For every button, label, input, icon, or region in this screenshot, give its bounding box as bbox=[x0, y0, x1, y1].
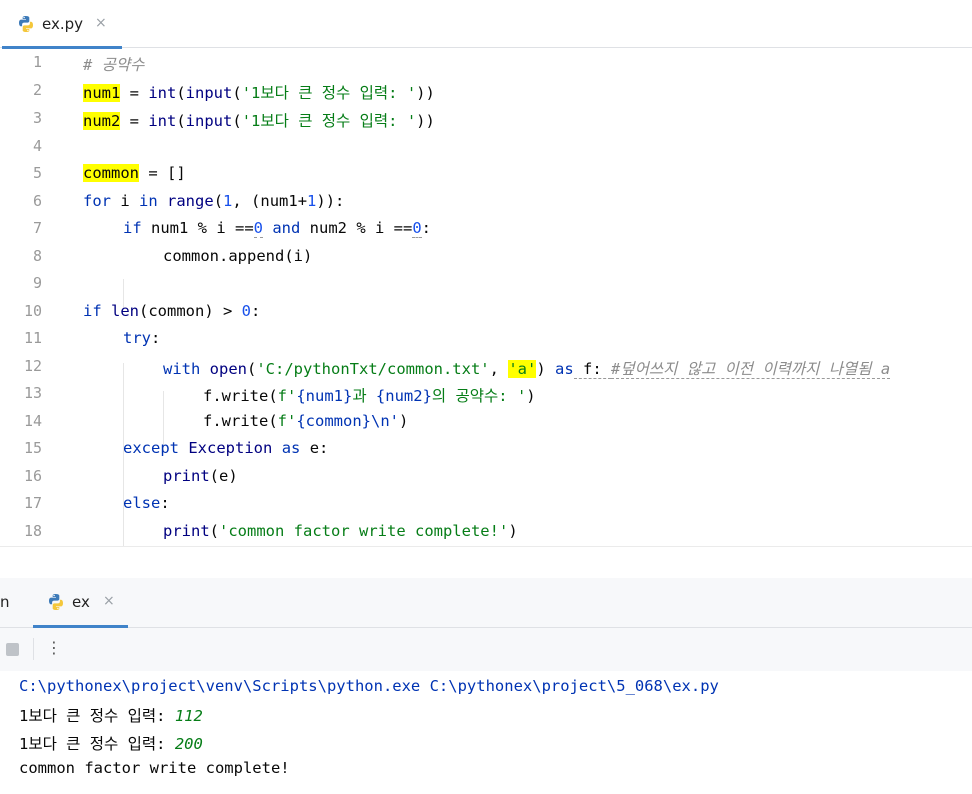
line-number: 18 bbox=[23, 522, 42, 540]
code-line: 13 f.write(f'{num1}과 {num2}의 공약수: ') bbox=[0, 380, 972, 407]
run-toolbar: ⋮ bbox=[0, 628, 972, 671]
code-text: if num1 % i ==0 and num2 % i ==0: bbox=[123, 219, 432, 238]
line-number: 2 bbox=[32, 81, 42, 99]
code-line: 14 f.write(f'{common}\n') bbox=[0, 408, 972, 435]
run-tab-bar: n ex × bbox=[0, 578, 972, 628]
code-line: 2 num1 = int(input('1보다 큰 정수 입력: ')) bbox=[0, 77, 972, 104]
code-line: 7 if num1 % i ==0 and num2 % i ==0: bbox=[0, 215, 972, 242]
line-number: 12 bbox=[23, 357, 42, 375]
line-number: 4 bbox=[32, 137, 42, 155]
console-output[interactable]: C:\pythonex\project\venv\Scripts\python.… bbox=[0, 671, 972, 794]
editor-bottom-strip bbox=[0, 546, 972, 579]
more-options-icon[interactable]: ⋮ bbox=[46, 638, 62, 657]
code-text: else: bbox=[123, 494, 170, 512]
close-icon[interactable]: × bbox=[95, 15, 107, 31]
line-number: 14 bbox=[23, 412, 42, 430]
code-text: try: bbox=[123, 329, 161, 347]
code-line: 17 else: bbox=[0, 490, 972, 517]
line-number: 13 bbox=[23, 384, 42, 402]
line-number: 8 bbox=[32, 247, 42, 265]
close-icon[interactable]: × bbox=[103, 593, 115, 609]
line-number: 10 bbox=[23, 302, 42, 320]
highlighted-identifier: num2 bbox=[83, 112, 121, 130]
console-line: 1보다 큰 정수 입력: 112 bbox=[19, 704, 203, 726]
code-line: 8 common.append(i) bbox=[0, 243, 972, 270]
code-line: 12 with open('C:/pythonTxt/common.txt', … bbox=[0, 353, 972, 380]
code-line: 9 bbox=[0, 270, 972, 297]
console-prompt: 1보다 큰 정수 입력: bbox=[19, 707, 175, 725]
code-text: except Exception as e: bbox=[123, 439, 329, 457]
code-line: 16 print(e) bbox=[0, 463, 972, 490]
editor-tab-bar: ex.py × bbox=[0, 0, 972, 49]
code-text: with open('C:/pythonTxt/common.txt', 'a'… bbox=[163, 360, 891, 379]
code-line: 6 for i in range(1, (num1+1)): bbox=[0, 188, 972, 215]
code-line: 18 print('common factor write complete!'… bbox=[0, 518, 972, 545]
line-number: 7 bbox=[32, 219, 42, 237]
line-number: 3 bbox=[32, 109, 42, 127]
code-text: num1 = int(input('1보다 큰 정수 입력: ')) bbox=[83, 84, 435, 102]
code-text: # 공약수 bbox=[83, 56, 145, 74]
code-line: 4 bbox=[0, 133, 972, 160]
line-number: 5 bbox=[32, 164, 42, 182]
code-line: 10 if len(common) > 0: bbox=[0, 298, 972, 325]
code-line: 11 try: bbox=[0, 325, 972, 352]
code-line: 5 common = [] bbox=[0, 160, 972, 187]
line-number: 1 bbox=[32, 53, 42, 71]
console-user-input: 200 bbox=[174, 735, 203, 753]
code-line: 1 # 공약수 bbox=[0, 49, 972, 76]
line-number: 11 bbox=[23, 329, 42, 347]
code-text: print('common factor write complete!') bbox=[163, 522, 518, 540]
console-line: 1보다 큰 정수 입력: 200 bbox=[19, 732, 203, 754]
toolbar-separator bbox=[33, 638, 34, 660]
console-result-line: common factor write complete! bbox=[19, 759, 290, 777]
code-editor[interactable]: 1 # 공약수 2 num1 = int(input('1보다 큰 정수 입력:… bbox=[0, 49, 972, 546]
editor-tab-label: ex.py bbox=[42, 15, 84, 33]
highlighted-identifier: num1 bbox=[83, 84, 121, 102]
line-number: 6 bbox=[32, 192, 42, 210]
highlighted-identifier: common bbox=[83, 164, 139, 182]
code-text: f.write(f'{common}\n') bbox=[203, 412, 409, 430]
code-text: print(e) bbox=[163, 467, 238, 485]
highlighted-string: 'a' bbox=[508, 360, 537, 378]
code-text: common.append(i) bbox=[163, 247, 313, 265]
console-command-line: C:\pythonex\project\venv\Scripts\python.… bbox=[19, 677, 719, 695]
code-text: for i in range(1, (num1+1)): bbox=[83, 192, 345, 210]
code-text: num2 = int(input('1보다 큰 정수 입력: ')) bbox=[83, 112, 435, 130]
console-user-input: 112 bbox=[174, 707, 203, 725]
run-tool-window-title[interactable]: n bbox=[0, 593, 10, 611]
console-prompt: 1보다 큰 정수 입력: bbox=[19, 735, 175, 753]
code-text: if len(common) > 0: bbox=[83, 302, 261, 320]
python-run-icon bbox=[47, 593, 65, 615]
line-number: 9 bbox=[32, 274, 42, 292]
code-text: common = [] bbox=[83, 164, 186, 182]
code-text: f.write(f'{num1}과 {num2}의 공약수: ') bbox=[203, 387, 536, 405]
line-number: 16 bbox=[23, 467, 42, 485]
python-file-icon bbox=[17, 15, 35, 37]
run-tab-ex[interactable]: ex bbox=[72, 593, 90, 611]
code-line: 15 except Exception as e: bbox=[0, 435, 972, 462]
editor-tab-ex-py[interactable]: ex.py × bbox=[0, 0, 122, 49]
line-number: 17 bbox=[23, 494, 42, 512]
line-number: 15 bbox=[23, 439, 42, 457]
code-line: 3 num2 = int(input('1보다 큰 정수 입력: ')) bbox=[0, 105, 972, 132]
stop-icon[interactable] bbox=[6, 643, 19, 656]
